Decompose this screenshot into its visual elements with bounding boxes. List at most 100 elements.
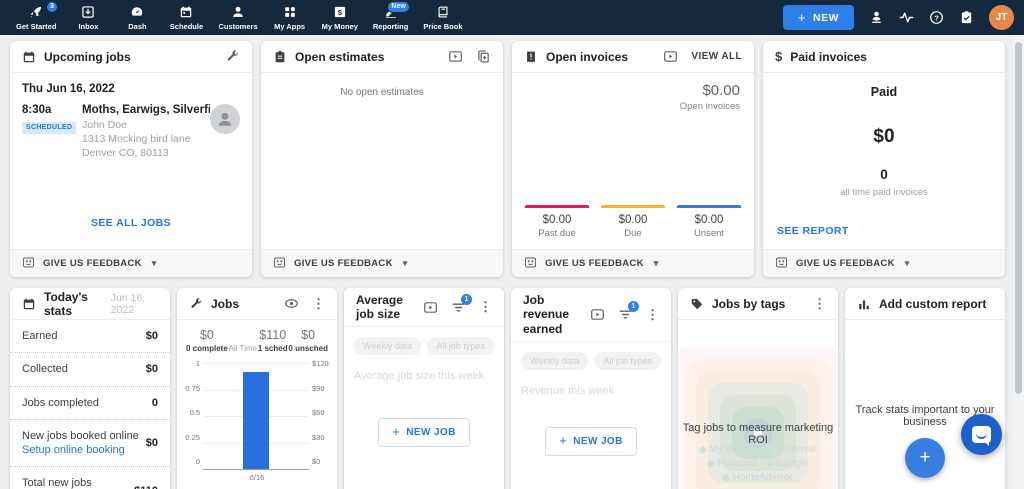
pulse-icon [899,10,914,25]
feedback-bar[interactable]: GIVE US FEEDBACK ▾ [261,249,503,277]
stat-value: $110 [134,485,158,489]
kebab-icon: ⋮ [479,299,492,315]
sample-tags: My Website Referral Postcard Google Home… [692,444,824,483]
person-pin-icon [869,10,884,25]
eye-icon [284,296,299,311]
more-options-button[interactable]: ⋮ [479,299,492,315]
stat-value: $0 [146,330,158,342]
chat-bubble-icon [972,426,991,443]
nav-item-my-apps[interactable]: My Apps [273,5,307,31]
nav-item-get-started[interactable]: 3 Get Started [16,5,56,31]
jobs-by-tags-body: Tag jobs to measure marketing ROI My Web… [678,320,838,489]
stats-rows: Earned $0 Collected $0 Jobs completed 0 … [10,320,170,489]
notification-badge: 3 [46,1,59,13]
job-tools-button[interactable] [225,49,240,64]
nav-item-label: My Money [322,22,358,31]
card-title: Average job size [356,293,415,321]
jobs-bar-chart: 1 0.75 0.5 0.25 0 $120 $90 $60 [183,363,331,470]
video-tutorial-button[interactable] [590,307,605,322]
feedback-bar[interactable]: GIVE US FEEDBACK ▾ [10,249,252,277]
add-estimate-button[interactable] [476,49,491,64]
video-play-icon [423,300,438,315]
paid-amount: $0 [873,126,894,148]
view-all-link[interactable]: VIEW ALL [691,51,742,62]
new-job-button[interactable]: + NEW JOB [378,418,469,447]
nav-item-label: Customers [218,22,257,31]
activity-button[interactable] [899,10,914,25]
feedback-bar[interactable]: GIVE US FEEDBACK ▾ [512,249,754,277]
more-options-button[interactable]: ⋮ [312,296,325,312]
nav-item-customers[interactable]: Customers [218,5,257,31]
see-report-link[interactable]: SEE REPORT [777,225,849,237]
average-job-size-card: Average job size 1 ⋮ Weekly data All job… [344,288,504,489]
open-estimates-body: No open estimates [261,73,503,98]
average-job-size-header: Average job size 1 ⋮ [344,288,504,327]
nav-item-label: Inbox [78,22,98,31]
axis-tick: $60 [312,408,331,417]
jobs-range-label: All Time [229,344,257,353]
nav-item-reporting[interactable]: New Reporting [373,5,408,31]
empty-state-text: Average job size this week [344,355,504,382]
open-invoices-header: Open invoices VIEW ALL [512,41,754,73]
more-options-button[interactable]: ⋮ [813,296,826,312]
video-tutorial-button[interactable] [663,49,678,64]
invoice-metric[interactable]: $0.00 Unsent [677,205,741,239]
video-play-icon [663,49,678,64]
video-tutorial-button[interactable] [423,300,438,315]
new-button-label: NEW [813,12,839,24]
feedback-bar[interactable]: GIVE US FEEDBACK ▾ [763,249,1005,277]
add-custom-report-card: Add custom report Track stats important … [845,288,1005,489]
jobs-by-tags-header: Jobs by tags ⋮ [678,288,838,320]
feedback-face-icon [775,256,788,272]
employee-map-button[interactable] [869,10,884,25]
wrench-icon [189,297,203,311]
job-value-bar[interactable] [243,372,269,469]
chat-widget-button[interactable] [961,414,1002,455]
feedback-label: GIVE US FEEDBACK [545,258,644,269]
chevron-down-icon: ▾ [152,258,157,269]
setup-online-booking-link[interactable]: Setup online booking [22,444,125,456]
new-button[interactable]: + NEW [783,5,854,30]
new-job-button[interactable]: + NEW JOB [545,427,636,456]
nav-item-inbox[interactable]: Inbox [71,5,105,31]
todays-stats-card: Today's stats Jun 16, 2022 Earned $0 Col… [10,288,170,489]
tasks-button[interactable] [959,10,974,25]
invoice-metric[interactable]: $0.00 Due [601,205,665,239]
scrollbar-thumb[interactable] [1015,42,1022,394]
open-invoices-card: Open invoices VIEW ALL $0.00 Open invoic… [512,41,754,277]
job-revenue-body: Weekly data All job types Revenue this w… [511,342,671,456]
calendar-check-icon [22,297,36,311]
filter-count-badge: 1 [461,294,472,305]
invoice-metric[interactable]: $0.00 Past due [525,205,589,239]
avatar[interactable]: JT [989,5,1014,30]
video-tutorial-button[interactable] [448,49,463,64]
nav-item-schedule[interactable]: Schedule [169,5,203,31]
see-all-jobs-link[interactable]: SEE ALL JOBS [91,217,171,229]
nav-item-price-book[interactable]: Price Book [423,5,462,31]
nav-item-dash[interactable]: Dash [120,5,154,31]
dashboard-row-1: Upcoming jobs Thu Jun 16, 2022 8:30a SCH… [10,41,1005,277]
axis-tick: 0 [183,457,200,466]
job-list-item[interactable]: 8:30a SCHEDULED Moths, Earwigs, Silverfi… [22,104,240,161]
help-button[interactable]: ? [929,10,944,25]
paid-count: 0 [880,167,888,182]
metric-label: Past due [525,228,589,239]
more-options-button[interactable]: ⋮ [646,307,659,323]
status-badge: SCHEDULED [22,122,76,134]
add-report-button[interactable]: + [905,438,945,478]
job-address-line1: 1313 Mocking bird lane [82,132,210,146]
jobs-complete-value: $0 [186,328,228,342]
card-title: Paid invoices [790,50,867,64]
nav-item-my-money[interactable]: $ My Money [322,5,358,31]
feedback-face-icon [22,256,35,272]
visibility-button[interactable] [284,296,299,311]
stat-value: 0 [152,397,158,409]
stat-row: Jobs completed 0 [10,387,170,420]
open-estimates-header: Open estimates [261,41,503,73]
customer-avatar [210,104,240,134]
tools-icon [225,49,240,64]
metric-label: Unsent [677,228,741,239]
stat-value: $0 [146,437,158,449]
vertical-scrollbar[interactable] [1012,35,1024,489]
stat-value: $0 [146,363,158,375]
